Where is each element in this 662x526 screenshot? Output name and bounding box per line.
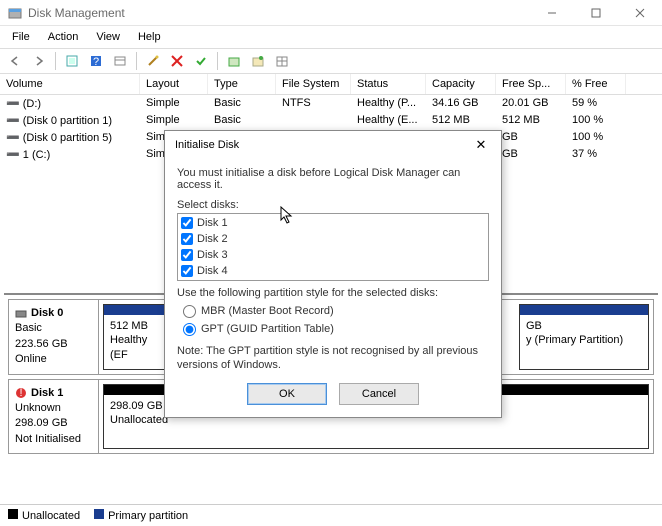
window-title: Disk Management [28, 6, 530, 20]
legend: Unallocated Primary partition [0, 504, 662, 526]
disk-option[interactable]: Disk 2 [179, 231, 487, 247]
dialog-message: You must initialise a disk before Logica… [177, 167, 489, 191]
disk-info: ! Disk 1 Unknown 298.09 GB Not Initialise… [9, 380, 99, 454]
ok-button[interactable]: OK [247, 383, 327, 405]
check-icon[interactable] [190, 51, 212, 71]
vol-name: (Disk 0 partition 1) [23, 115, 112, 127]
disk-checkbox[interactable] [181, 217, 193, 229]
mbr-radio[interactable]: MBR (Master Boot Record) [183, 303, 489, 321]
forward-icon[interactable] [28, 51, 50, 71]
dialog-close-icon[interactable]: ✕ [471, 137, 491, 153]
wand-icon[interactable] [142, 51, 164, 71]
menu-help[interactable]: Help [130, 29, 169, 45]
volume-row[interactable]: ➖ (D:) Simple Basic NTFS Healthy (P... 3… [0, 95, 662, 112]
disk-name: Disk 1 [31, 386, 63, 401]
menu-file[interactable]: File [4, 29, 38, 45]
partition[interactable]: GBy (Primary Partition) [519, 304, 649, 370]
legend-swatch-primary [94, 509, 104, 519]
minimize-button[interactable] [530, 0, 574, 26]
help-icon[interactable]: ? [85, 51, 107, 71]
delete-icon[interactable] [166, 51, 188, 71]
vol-name: (D:) [23, 98, 41, 110]
svg-text:!: ! [19, 387, 22, 399]
disk-size: 298.09 GB [15, 416, 92, 431]
partition-style-label: Use the following partition style for th… [177, 287, 489, 299]
col-pctfree[interactable]: % Free [566, 74, 626, 94]
partition[interactable]: 512 MBHealthy (EF [103, 304, 167, 370]
disk-option[interactable]: Disk 4 [179, 263, 487, 279]
cancel-button[interactable]: Cancel [339, 383, 419, 405]
back-icon[interactable] [4, 51, 26, 71]
disk-option[interactable]: Disk 3 [179, 247, 487, 263]
app-icon [8, 6, 22, 20]
disk-size: 223.56 GB [15, 337, 92, 352]
menu-action[interactable]: Action [40, 29, 87, 45]
gpt-radio[interactable]: GPT (GUID Partition Table) [183, 321, 489, 339]
vol-name: (Disk 0 partition 5) [23, 132, 112, 144]
initialise-disk-dialog: Initialise Disk ✕ You must initialise a … [164, 130, 502, 418]
volume-grid-header: Volume Layout Type File System Status Ca… [0, 74, 662, 95]
select-disks-label: Select disks: [177, 199, 489, 211]
menubar: File Action View Help [0, 26, 662, 48]
disk-state: Not Initialised [15, 432, 92, 447]
refresh-icon[interactable] [61, 51, 83, 71]
disk-checkbox[interactable] [181, 249, 193, 261]
new-vol-icon[interactable] [223, 51, 245, 71]
toolbar: ? [0, 48, 662, 74]
col-capacity[interactable]: Capacity [426, 74, 496, 94]
menu-view[interactable]: View [88, 29, 128, 45]
volume-row[interactable]: ➖ (Disk 0 partition 1) Simple Basic Heal… [0, 112, 662, 129]
disk-info: Disk 0 Basic 223.56 GB Online [9, 300, 99, 374]
col-freespace[interactable]: Free Sp... [496, 74, 566, 94]
col-layout[interactable]: Layout [140, 74, 208, 94]
legend-swatch-unalloc [8, 509, 18, 519]
disk-type: Basic [15, 321, 92, 336]
warning-icon: ! [15, 387, 27, 399]
disk-type: Unknown [15, 401, 92, 416]
table-icon[interactable] [271, 51, 293, 71]
list-icon[interactable] [109, 51, 131, 71]
new-part-icon[interactable] [247, 51, 269, 71]
disk-checkbox[interactable] [181, 265, 193, 277]
svg-text:?: ? [93, 56, 99, 68]
disk-option[interactable]: Disk 1 [179, 215, 487, 231]
close-button[interactable] [618, 0, 662, 26]
dialog-title: Initialise Disk [175, 139, 471, 151]
vol-name: 1 (C:) [23, 149, 51, 161]
disk-state: Online [15, 352, 92, 367]
dialog-note: Note: The GPT partition style is not rec… [177, 344, 489, 373]
col-status[interactable]: Status [351, 74, 426, 94]
col-volume[interactable]: Volume [0, 74, 140, 94]
col-type[interactable]: Type [208, 74, 276, 94]
disk-checkbox[interactable] [181, 233, 193, 245]
maximize-button[interactable] [574, 0, 618, 26]
titlebar: Disk Management [0, 0, 662, 26]
disk-select-list[interactable]: Disk 1 Disk 2 Disk 3 Disk 4 [177, 213, 489, 281]
disk-name: Disk 0 [31, 306, 63, 321]
col-filesystem[interactable]: File System [276, 74, 351, 94]
disk-icon [15, 308, 27, 320]
